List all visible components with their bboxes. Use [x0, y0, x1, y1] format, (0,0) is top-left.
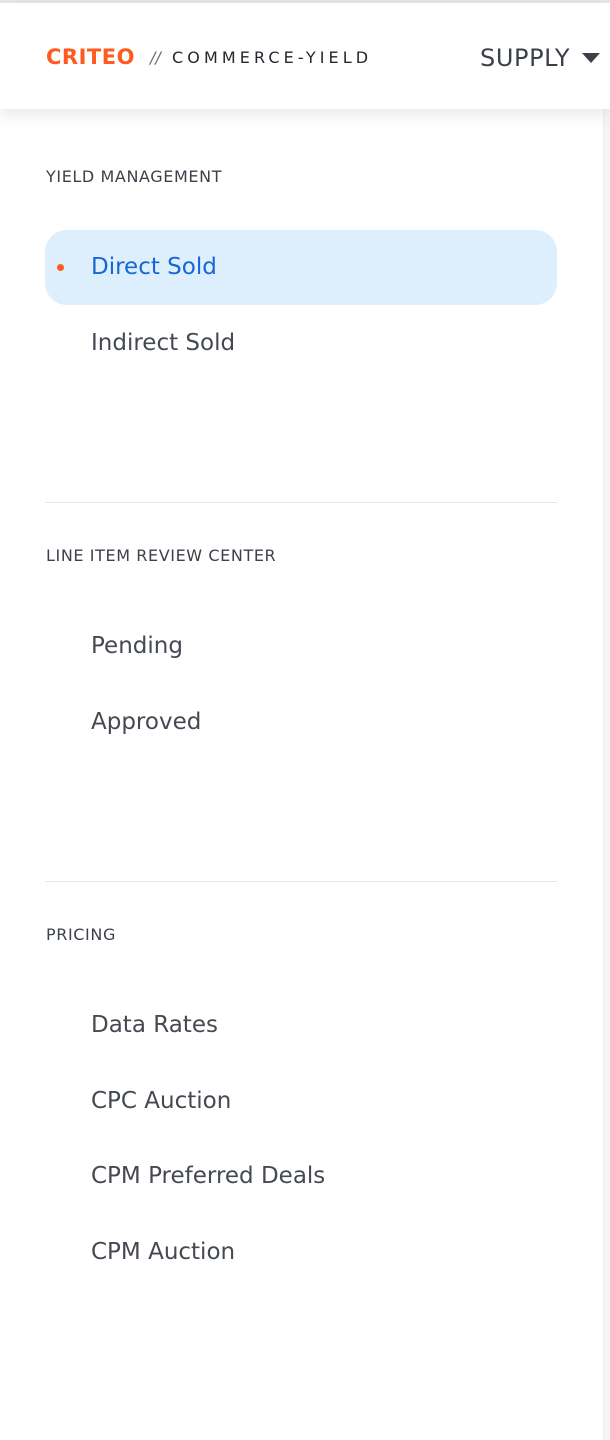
- sidebar-item-label: Pending: [91, 633, 183, 659]
- active-indicator-dot: [57, 264, 64, 271]
- sidebar-item-cpm-preferred-deals[interactable]: CPM Preferred Deals: [45, 1139, 557, 1214]
- supply-menu-label: SUPPLY: [480, 44, 571, 72]
- sidebar-item-direct-sold[interactable]: Direct Sold: [45, 230, 557, 305]
- section-divider: [45, 881, 557, 882]
- sidebar-item-label: Indirect Sold: [91, 330, 236, 356]
- sidebar-item-cpc-auction[interactable]: CPC Auction: [45, 1064, 557, 1139]
- sidebar-item-approved[interactable]: Approved: [45, 685, 557, 760]
- sidebar-nav: YIELD MANAGEMENT Direct Sold Indirect So…: [0, 109, 603, 1440]
- supply-menu-button[interactable]: SUPPLY: [480, 43, 601, 73]
- content-edge: [603, 109, 610, 1440]
- sidebar-item-label: CPM Preferred Deals: [91, 1163, 326, 1189]
- sidebar-item-cpm-auction[interactable]: CPM Auction: [45, 1215, 557, 1290]
- sidebar-item-pending[interactable]: Pending: [45, 609, 557, 684]
- product-name: COMMERCE-YIELD: [172, 48, 373, 67]
- sidebar-item-label: Data Rates: [91, 1012, 218, 1038]
- section-divider: [45, 502, 557, 503]
- sidebar-item-label: Approved: [91, 709, 202, 735]
- sidebar-item-indirect-sold[interactable]: Indirect Sold: [45, 306, 557, 381]
- page: CRITEO // COMMERCE-YIELD SUPPLY YIELD MA…: [0, 0, 610, 1440]
- sidebar-item-label: CPM Auction: [91, 1239, 236, 1265]
- brand-logo[interactable]: CRITEO: [46, 45, 135, 69]
- section-title-yield-management: YIELD MANAGEMENT: [46, 167, 223, 186]
- section-title-line-item-review-center: LINE ITEM REVIEW CENTER: [46, 546, 277, 565]
- sidebar-item-data-rates[interactable]: Data Rates: [45, 988, 557, 1063]
- app-header: CRITEO // COMMERCE-YIELD SUPPLY: [0, 3, 610, 109]
- brand-separator: //: [150, 48, 161, 67]
- section-title-pricing: PRICING: [46, 925, 116, 944]
- sidebar-item-label: Direct Sold: [91, 254, 217, 280]
- sidebar-item-label: CPC Auction: [91, 1088, 232, 1114]
- caret-down-icon: [582, 53, 601, 63]
